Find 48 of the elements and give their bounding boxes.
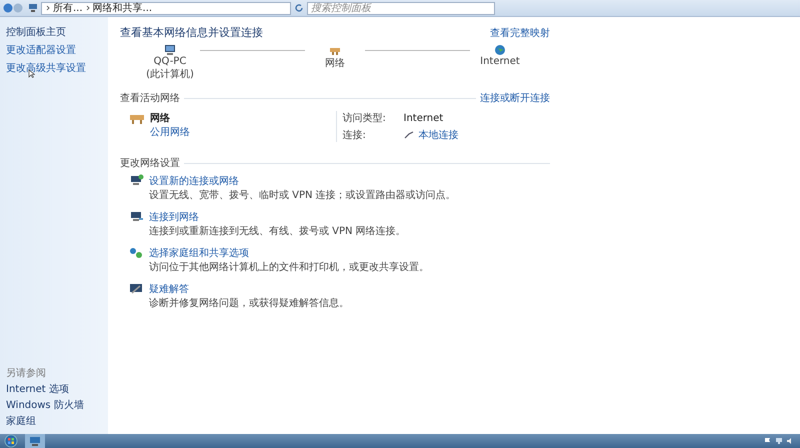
section-title: 查看活动网络 [120,92,180,105]
node-label: QQ-PC [154,56,186,67]
homegroup-icon [128,246,144,260]
sidebar-link[interactable]: 控制面板主页 [6,25,102,39]
network-name: 网络 [150,112,171,125]
task-link[interactable]: 选择家庭组和共享选项 [149,246,429,260]
task-description: 诊断并修复网络问题，或获得疑难解答信息。 [149,296,349,310]
task-description: 连接到或重新连接到无线、有线、拨号或 VPN 网络连接。 [149,224,406,238]
page-title: 查看基本网络信息并设置连接 [120,25,263,40]
node-label: 网络 [325,57,345,70]
sidebar-link[interactable]: Internet 选项 [6,382,102,396]
task-link[interactable]: 连接到网络 [149,210,406,224]
network-connect-icon [128,210,144,224]
tray-network-icon[interactable] [775,437,783,445]
network-type-link[interactable]: 公用网络 [150,125,190,139]
network-center-taskbar-icon[interactable] [25,434,45,448]
tray-flag-icon[interactable] [764,437,772,445]
search-field[interactable]: 搜索控制面板 [307,2,495,14]
node-sublabel: (此计算机) [146,68,194,81]
tray-volume-icon[interactable] [786,437,794,445]
field-value: Internet [404,112,444,124]
task-link[interactable]: 疑难解答 [149,282,349,296]
sidebar-link[interactable]: 家庭组 [6,414,102,428]
cable-icon [404,131,414,139]
task-description: 设置无线、宽带、拨号、临时或 VPN 连接；或设置路由器或访问点。 [149,188,456,202]
troubleshoot-icon [128,282,144,296]
sidebar-link[interactable]: Windows 防火墙 [6,398,102,412]
chevron-icon[interactable] [46,5,50,11]
section-title: 另请参阅 [6,366,47,380]
section-title: 更改网络设置 [120,156,180,170]
breadcrumb-item[interactable]: 网络和共享... [92,2,152,14]
node-label: Internet [480,56,520,67]
refresh-icon[interactable] [294,3,304,13]
breadcrumb-field[interactable]: 所有... 网络和共享... [41,2,291,14]
globe-icon [493,44,507,56]
full-map-link[interactable]: 查看完整映射 [490,26,550,40]
field-label: 连接: [342,128,367,142]
task-description: 访问位于其他网络计算机上的文件和打印机，或更改共享设置。 [149,260,429,274]
computer-icon [163,44,177,56]
connection-link[interactable]: 本地连接 [418,128,458,142]
field-label: 访问类型: [342,112,387,125]
connect-link[interactable]: 连接或断开连接 [480,91,550,105]
chevron-icon[interactable] [86,5,90,11]
task-link[interactable]: 设置新的连接或网络 [149,174,456,188]
breadcrumb-item[interactable]: 所有... [53,2,83,14]
sidebar-link[interactable]: 更改高级共享设置 [6,61,102,75]
sidebar-link[interactable]: 更改适配器设置 [6,43,102,57]
network-setup-icon [128,174,144,188]
